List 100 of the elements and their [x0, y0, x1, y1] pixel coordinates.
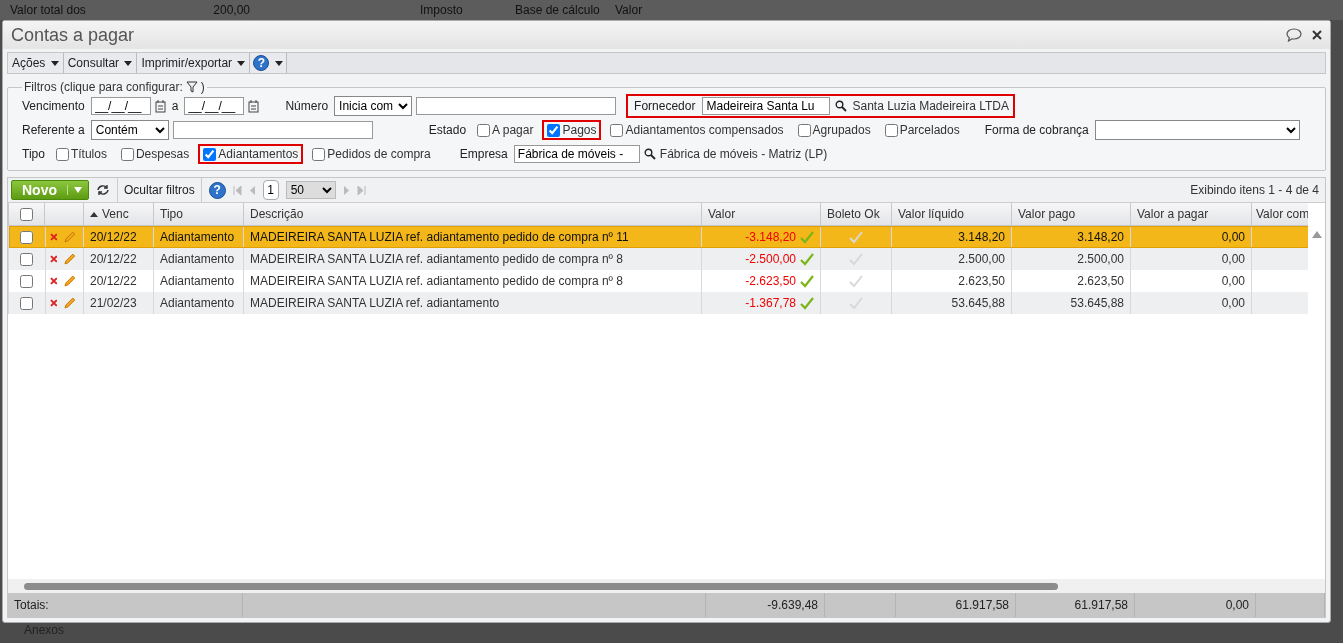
help-icon[interactable]: ? [208, 181, 226, 199]
operator-select[interactable]: Contém [90, 120, 169, 140]
column-header[interactable]: Tipo [153, 203, 244, 226]
filters-legend[interactable]: Filtros (clique para configurar: [24, 80, 183, 94]
row-checkbox[interactable] [20, 297, 34, 311]
checkbox[interactable] [884, 123, 898, 137]
hide-filters-button[interactable]: Ocultar filtros [117, 178, 202, 202]
table-cell: 0,00 [1130, 292, 1252, 314]
column-header[interactable]: Boleto Ok [820, 203, 892, 226]
delete-icon[interactable] [49, 255, 58, 263]
company-field[interactable]: Fábrica de móveis - [513, 145, 640, 163]
funnel-icon[interactable] [185, 81, 198, 93]
table-cell: MADEIREIRA SANTA LUZIA ref. adiantamento pedido de compra nº 11 [243, 225, 702, 248]
menu-button[interactable]: Imprimir/exportar [137, 53, 251, 73]
date-field[interactable]: __/__/__ [90, 97, 151, 115]
speech-bubble-icon[interactable] [1286, 28, 1302, 42]
table-cell: 2.500,00 [891, 248, 1012, 270]
checkbox[interactable] [610, 123, 624, 137]
items-info: Exibindo itens 1 - 4 de 4 [1190, 183, 1319, 197]
field-label: Vencimento [22, 99, 85, 113]
menu-button[interactable]: Ações [8, 53, 64, 73]
total-value: 61.917,58 [1074, 598, 1128, 612]
horizontal-scrollbar[interactable] [8, 579, 1325, 593]
reference-field[interactable] [172, 121, 373, 139]
scroll-up-icon[interactable] [1311, 231, 1322, 238]
search-icon[interactable] [643, 148, 656, 160]
caret-icon [275, 60, 284, 66]
column-header[interactable]: Valor líquido [891, 203, 1012, 226]
window-title: Contas a pagar [11, 24, 136, 46]
select-all-checkbox[interactable] [20, 208, 33, 222]
check-icon [800, 231, 814, 245]
refresh-icon[interactable] [96, 184, 110, 196]
checkbox-label[interactable]: Agrupados [812, 123, 871, 137]
page-size-select[interactable]: 50 [285, 181, 336, 199]
table-cell: 0,00 [1130, 248, 1252, 270]
operator-select[interactable]: Inicia com [334, 96, 413, 116]
pencil-icon[interactable] [63, 274, 77, 288]
checkbox[interactable] [312, 147, 326, 161]
page-field[interactable]: 1 [262, 180, 279, 200]
table-cell: MADEIREIRA SANTA LUZIA ref. adiantamento [243, 292, 702, 314]
background-text: Valor total dos [10, 2, 87, 17]
calendar-icon[interactable] [248, 99, 260, 113]
payment-method-select[interactable] [1094, 120, 1300, 140]
checkbox[interactable] [120, 147, 134, 161]
check-icon [800, 275, 814, 289]
column-header[interactable]: Valor pago [1011, 203, 1131, 226]
checkbox-label[interactable]: Pagos [562, 123, 597, 137]
checkbox-label[interactable]: Despesas [135, 147, 190, 161]
column-header[interactable]: Valor [701, 203, 821, 226]
delete-icon[interactable] [49, 277, 58, 285]
column-header[interactable]: Descrição [243, 203, 702, 226]
total-value: 61.917,58 [955, 598, 1009, 612]
table-cell: 0,00 [1130, 225, 1252, 248]
column-header[interactable]: Valor com [1251, 203, 1308, 226]
row-checkbox[interactable] [20, 231, 34, 245]
checkbox-label[interactable]: Títulos [70, 147, 107, 161]
background-text: 200,00 [212, 2, 250, 17]
table-cell: 53.645,88 [891, 292, 1012, 314]
table-cell: Adiantamento [153, 225, 244, 248]
close-icon[interactable] [1312, 30, 1322, 40]
checkbox[interactable] [55, 147, 69, 161]
totals-label: Totais: [14, 598, 49, 612]
amount: -1.367,78 [745, 295, 796, 310]
supplier-field[interactable]: Madeireira Santa Lu [702, 97, 831, 115]
checkbox[interactable] [203, 147, 217, 161]
check-icon [849, 253, 863, 267]
checkbox-label[interactable]: Pedidos de compra [327, 147, 431, 161]
field-label: a [171, 99, 179, 113]
delete-icon[interactable] [49, 233, 58, 241]
table-cell: MADEIREIRA SANTA LUZIA ref. adiantamento pedido de compra nº 8 [243, 248, 702, 270]
delete-icon[interactable] [49, 299, 58, 307]
menu-button[interactable]: Consultar [63, 53, 138, 73]
background-text: Base de cálculo [515, 2, 601, 17]
checkbox[interactable] [477, 123, 491, 137]
pencil-icon[interactable] [63, 296, 77, 310]
field-label: Tipo [22, 147, 45, 161]
amount: -2.623,50 [745, 273, 796, 288]
help-menu-button[interactable]: ? [250, 53, 288, 73]
checkbox-label[interactable]: Parcelados [899, 123, 960, 137]
pencil-icon[interactable] [63, 252, 77, 266]
checkbox-label[interactable]: Adiantamentos compensados [625, 123, 784, 137]
date-field[interactable]: __/__/__ [184, 97, 245, 115]
search-icon[interactable] [835, 100, 848, 112]
row-checkbox[interactable] [20, 253, 34, 267]
caret-icon [124, 61, 133, 67]
row-checkbox[interactable] [20, 275, 34, 289]
checkbox-label[interactable]: A pagar [492, 123, 534, 137]
table-cell: 53.645,88 [1011, 292, 1131, 314]
table-cell: Adiantamento [153, 248, 244, 270]
checkbox[interactable] [547, 123, 561, 137]
column-header[interactable]: Venc [83, 203, 154, 226]
field-label: Estado [428, 123, 467, 137]
column-header[interactable]: Valor a pagar [1130, 203, 1252, 226]
checkbox-label[interactable]: Adiantamentos [218, 147, 299, 161]
number-field[interactable] [416, 97, 617, 115]
sort-arrow-icon [90, 212, 98, 218]
check-icon [800, 253, 814, 267]
checkbox[interactable] [797, 123, 811, 137]
calendar-icon[interactable] [154, 99, 166, 113]
caret-icon[interactable] [74, 187, 82, 193]
